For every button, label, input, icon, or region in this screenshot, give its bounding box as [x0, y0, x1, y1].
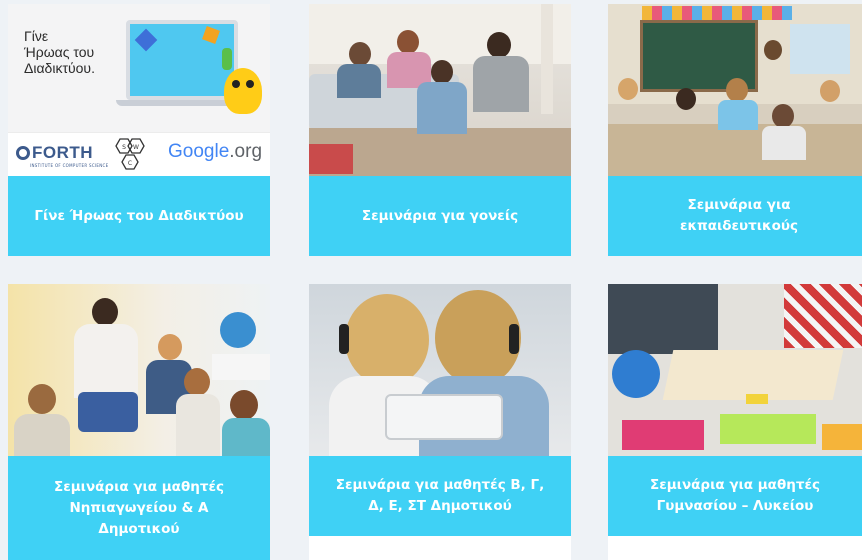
caption-line: Σεμινάρια για — [687, 197, 791, 213]
photo-student-shirt — [784, 284, 862, 348]
photo-child-body — [14, 414, 70, 456]
forth-logo: FORTH — [16, 143, 93, 163]
photo-student-head — [726, 78, 748, 102]
photo-globe — [612, 350, 660, 398]
hero-banner: Γίνε Ήρωας του Διαδικτύου. — [8, 4, 270, 132]
photo-person-head — [349, 42, 371, 66]
seminar-card-kindergarten[interactable]: Σεμινάρια για μαθητές Νηπιαγωγείου & Α Δ… — [8, 284, 270, 560]
caption-line: Σεμινάρια για μαθητές — [54, 478, 224, 495]
caption-line: Σεμινάρια για μαθητές Β, Γ, — [335, 477, 545, 493]
photo-basket — [309, 144, 353, 174]
google-logo-text: Google — [168, 141, 230, 162]
hero-title: Γίνε Ήρωας του Διαδικτύου. — [24, 28, 124, 76]
swc-letter: C — [128, 160, 132, 167]
photo-person-head — [487, 32, 511, 58]
photo-teacher-jeans — [78, 392, 138, 432]
photo-student-head — [772, 104, 794, 128]
photo-student-head — [618, 78, 638, 100]
photo-student-shirt — [608, 284, 718, 354]
seminar-card-internet-hero[interactable]: Γίνε Ήρωας του Διαδικτύου. FORTH INSTITU… — [8, 4, 270, 256]
photo-tablet — [385, 394, 503, 440]
caption-line: Δημοτικού — [98, 520, 180, 537]
forth-logo-icon — [16, 146, 30, 160]
card-caption[interactable]: Σεμινάρια για μαθητές Νηπιαγωγείου & Α Δ… — [8, 456, 270, 560]
photo-child-head — [28, 384, 56, 414]
card-image-secondary[interactable] — [608, 284, 862, 456]
photo-student-head — [820, 80, 840, 102]
card-image-teachers[interactable] — [608, 4, 862, 176]
seminar-card-secondary[interactable]: Σεμινάρια για μαθητές Γυμνασίου – Λυκείο… — [608, 284, 862, 560]
google-org-logo: Google.org — [168, 141, 262, 163]
caption-line: Γυμνασίου – Λυκείου — [656, 498, 814, 514]
robot-mascot — [224, 68, 262, 114]
photo-map — [790, 24, 850, 74]
photo-student-body — [762, 126, 806, 160]
org-suffix: .org — [229, 141, 263, 162]
forth-logo-text: FORTH — [32, 143, 94, 162]
caption-line: Νηπιαγωγείου & Α — [69, 499, 209, 516]
photo-book — [662, 350, 844, 400]
photo-person-body — [337, 64, 381, 98]
photo-teacher-head — [92, 298, 118, 326]
photo-student-head — [676, 88, 696, 110]
hero-title-line: Ήρωας του — [24, 44, 95, 60]
card-caption[interactable]: Σεμινάρια για γονείς — [309, 176, 571, 256]
photo-sticky-notes — [622, 420, 704, 450]
seminar-card-teachers[interactable]: Σεμινάρια για εκπαιδευτικούς — [608, 4, 862, 256]
photo-desks — [608, 124, 862, 176]
photo-child-head — [230, 390, 258, 420]
caption-line: Σεμινάρια για μαθητές — [650, 477, 820, 493]
card-caption[interactable]: Γίνε Ήρωας του Διαδικτύου — [8, 176, 270, 256]
photo-sticky-notes — [822, 424, 862, 450]
photo-girl-head — [345, 294, 429, 386]
gem-icon — [222, 48, 232, 70]
partner-logos: FORTH INSTITUTE OF COMPUTER SCIENCE S W … — [8, 132, 270, 176]
card-image-internet-hero[interactable]: Γίνε Ήρωας του Διαδικτύου. FORTH INSTITU… — [8, 4, 270, 176]
photo-student-body — [718, 100, 758, 130]
photo-eraser — [746, 394, 768, 404]
card-image-primary[interactable] — [309, 284, 571, 456]
swc-letter: W — [133, 144, 139, 151]
photo-person-body — [473, 56, 529, 112]
photo-teacher-head — [764, 40, 782, 60]
caption-line: Σεμινάρια για γονείς — [361, 207, 519, 224]
card-image-kindergarten[interactable] — [8, 284, 270, 456]
card-image-parents[interactable] — [309, 4, 571, 176]
card-caption[interactable]: Σεμινάρια για μαθητές Γυμνασίου – Λυκείο… — [608, 456, 862, 536]
caption-line: Δ, Ε, ΣΤ Δημοτικού — [368, 498, 512, 514]
card-caption[interactable]: Σεμινάρια για εκπαιδευτικούς — [608, 176, 862, 256]
photo-bunting — [642, 6, 792, 20]
photo-person-body — [417, 82, 467, 134]
photo-lamp — [541, 4, 553, 114]
caption-line: εκπαιδευτικούς — [679, 218, 799, 234]
photo-sticky-notes — [720, 414, 816, 444]
photo-globe — [220, 312, 256, 348]
photo-headphones — [339, 324, 349, 354]
photo-person-head — [431, 60, 453, 84]
photo-child-head — [158, 334, 182, 360]
swc-logo: S W C — [115, 138, 145, 170]
card-caption[interactable]: Σεμινάρια για μαθητές Β, Γ, Δ, Ε, ΣΤ Δημ… — [309, 456, 571, 536]
hero-title-line: Διαδικτύου. — [24, 60, 95, 76]
forth-logo-subtitle: INSTITUTE OF COMPUTER SCIENCE — [30, 163, 109, 168]
photo-person-head — [397, 30, 419, 54]
photo-child-body — [176, 394, 220, 456]
seminar-card-primary[interactable]: Σεμινάρια για μαθητές Β, Γ, Δ, Ε, ΣΤ Δημ… — [309, 284, 571, 560]
photo-shelf — [212, 354, 270, 380]
photo-child-head — [184, 368, 210, 396]
seminar-card-parents[interactable]: Σεμινάρια για γονείς — [309, 4, 571, 256]
photo-headphones — [509, 324, 519, 354]
caption-line: Γίνε Ήρωας του Διαδικτύου — [34, 207, 244, 224]
hero-title-line: Γίνε — [24, 28, 49, 44]
swc-letter: S — [122, 144, 126, 151]
photo-teacher-body — [74, 324, 138, 398]
photo-child-body — [222, 418, 270, 456]
